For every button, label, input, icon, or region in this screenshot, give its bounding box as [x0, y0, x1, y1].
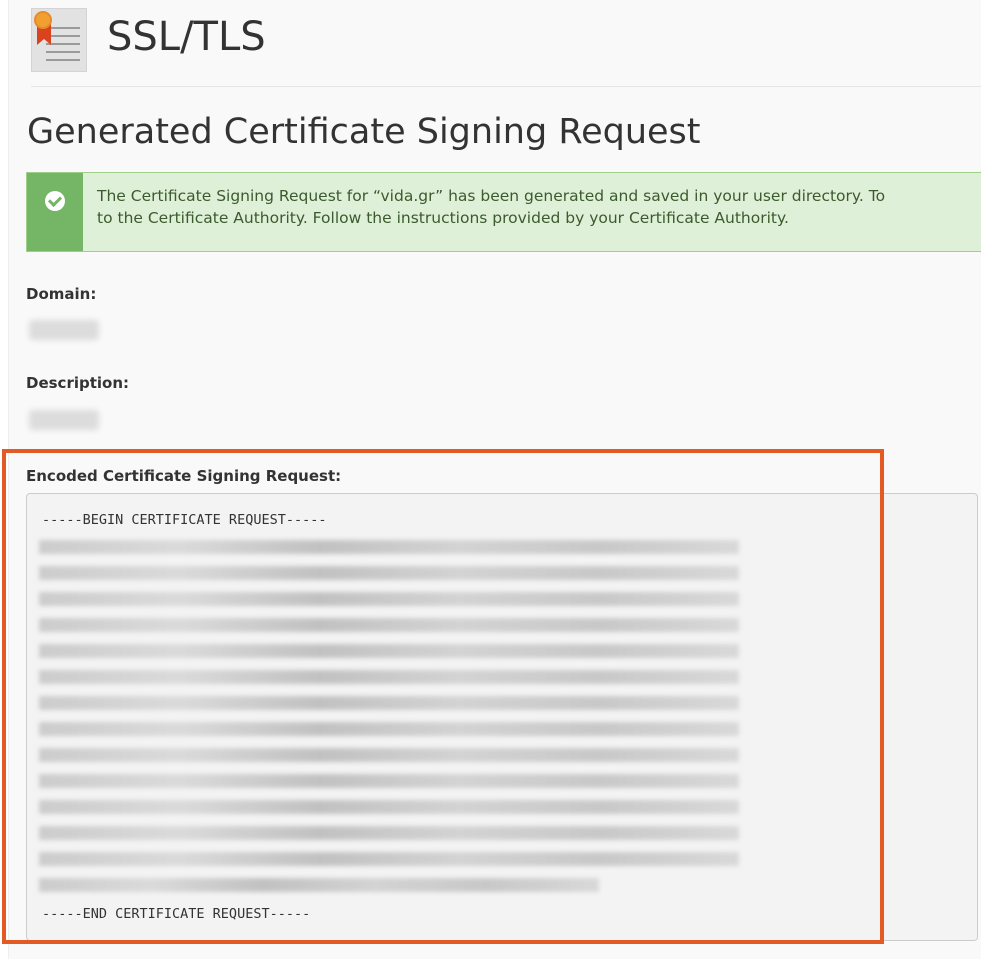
page-title: Generated Certificate Signing Request [27, 112, 701, 152]
app-title: SSL/TLS [107, 14, 266, 60]
check-circle-icon [45, 191, 65, 211]
alert-message-line-1: The Certificate Signing Request for “vid… [97, 187, 886, 205]
alert-icon-bar [27, 173, 83, 251]
alert-message-line-2: to the Certificate Authority. Follow the… [97, 209, 789, 227]
success-alert: The Certificate Signing Request for “vid… [26, 172, 981, 252]
alert-message: The Certificate Signing Request for “vid… [97, 185, 981, 229]
domain-label: Domain: [26, 285, 97, 303]
highlight-annotation [2, 449, 884, 944]
ssl-certificate-icon [31, 8, 87, 72]
domain-value-redacted [29, 320, 99, 340]
page-header: SSL/TLS [31, 6, 981, 87]
description-label: Description: [26, 374, 130, 392]
description-value-redacted [29, 410, 99, 430]
